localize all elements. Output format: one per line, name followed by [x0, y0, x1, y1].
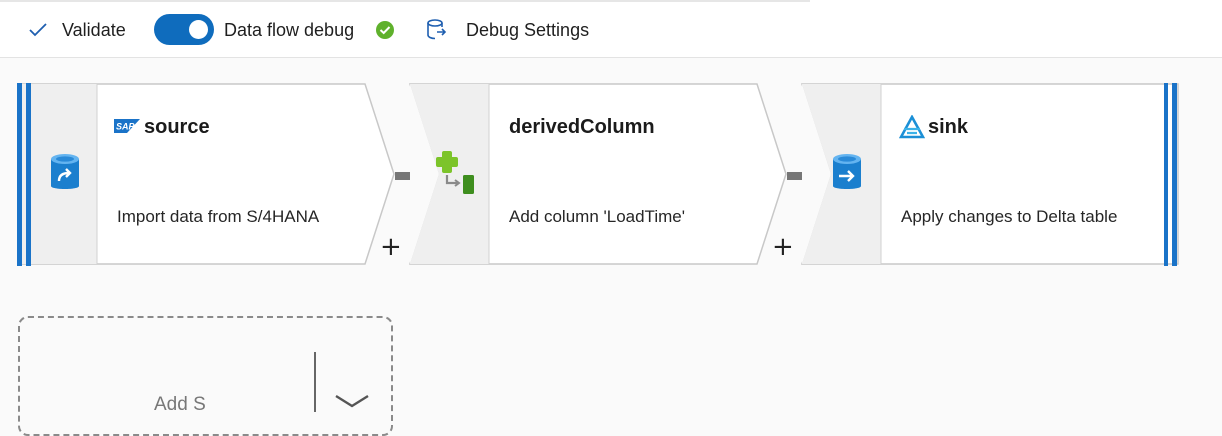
sap-logo-text: SAP [116, 122, 136, 132]
add-source-divider [314, 352, 316, 412]
data-flow-debug-toggle[interactable] [154, 14, 214, 45]
status-ok-icon [376, 21, 394, 39]
data-flow-debug-label-wrap: Data flow debug [224, 16, 354, 44]
toolbar: Validate Data flow debug Debug Settings [0, 0, 1222, 58]
synapse-icon [898, 114, 926, 146]
sink-node-title: sink [928, 116, 969, 138]
source-node-title: source [144, 116, 210, 138]
sap-logo-icon: SAP [114, 119, 140, 138]
validate-label: Validate [62, 19, 126, 40]
derived-column-node-title: derivedColumn [509, 116, 655, 138]
debug-settings-label: Debug Settings [466, 19, 590, 40]
validate-button[interactable]: Validate [28, 16, 126, 44]
add-after-derived-column-button[interactable]: + [772, 234, 794, 260]
source-node-description: Import data from S/4HANA [117, 207, 320, 226]
derived-column-node[interactable]: derivedColumn Add column 'LoadTime' [409, 83, 789, 266]
sink-node[interactable]: sink Apply changes to Delta table [801, 83, 1179, 266]
debug-settings-icon [427, 19, 447, 40]
database-source-icon [50, 153, 80, 198]
database-sink-icon [832, 153, 862, 198]
debug-settings-button[interactable]: Debug Settings [426, 16, 589, 44]
data-flow-debug-label: Data flow debug [224, 19, 355, 40]
derived-column-icon [434, 149, 478, 200]
toolbar-top-border [0, 0, 810, 2]
source-node[interactable]: SAP source Import data from S/4HANA [17, 83, 397, 266]
derived-column-node-description: Add column 'LoadTime' [509, 207, 685, 226]
chevron-down-icon[interactable] [330, 392, 374, 408]
toggle-knob [189, 20, 208, 39]
add-source-label: Add S [154, 394, 206, 415]
add-source-placeholder[interactable]: Add S [18, 316, 393, 436]
sink-node-description: Apply changes to Delta table [901, 207, 1118, 226]
checkmark-icon [29, 23, 47, 37]
add-after-source-button[interactable]: + [380, 234, 402, 260]
